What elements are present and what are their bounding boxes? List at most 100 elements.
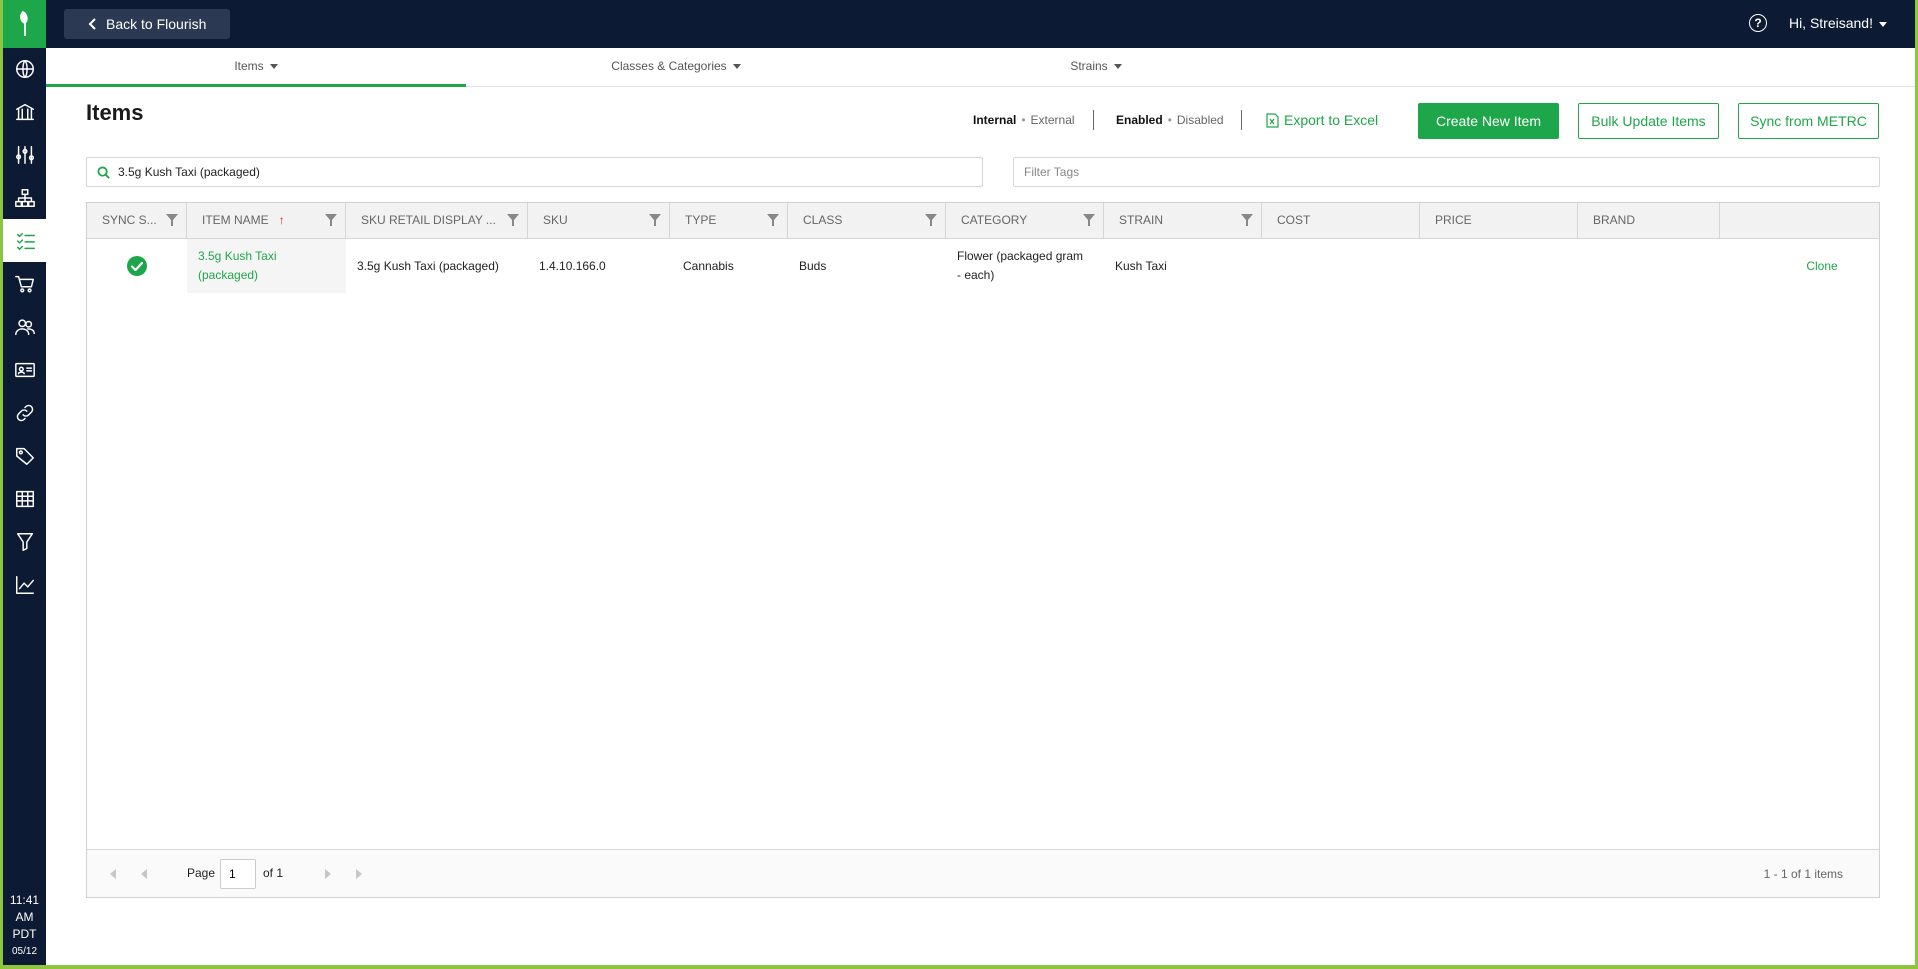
column-header-class[interactable]: CLASS — [788, 203, 946, 239]
filter-icon[interactable] — [649, 214, 661, 226]
sidebar-lab-icon[interactable] — [3, 520, 46, 563]
sidebar-items-list-icon[interactable] — [3, 219, 49, 262]
user-menu[interactable]: Hi, Streisand! — [1789, 15, 1887, 31]
sidebar-table-icon[interactable] — [3, 477, 46, 520]
column-label: SYNC S... — [102, 213, 157, 227]
tab-classes-categories[interactable]: Classes & Categories — [466, 48, 886, 87]
caret-down-icon — [269, 64, 278, 70]
next-page-icon[interactable] — [323, 869, 333, 879]
sidebar-globe-icon[interactable] — [3, 47, 46, 90]
column-label: SKU RETAIL DISPLAY ... — [361, 213, 496, 227]
internal-external-toggle: Internal • External — [973, 113, 1075, 127]
top-bar: Back to Flourish ? Hi, Streisand! — [46, 0, 1915, 48]
filter-icon[interactable] — [767, 214, 779, 226]
item-count-summary: 1 - 1 of 1 items — [1763, 867, 1843, 881]
tab-strains[interactable]: Strains — [886, 48, 1306, 87]
table-row[interactable]: 3.5g Kush Taxi (packaged) 3.5g Kush Taxi… — [87, 239, 1879, 293]
column-label: PRICE — [1435, 213, 1472, 227]
column-label: SKU — [543, 213, 568, 227]
sidebar-tags-icon[interactable] — [3, 434, 46, 477]
column-header-sync-status[interactable]: SYNC S... — [87, 203, 187, 239]
sidebar-facility-icon[interactable] — [3, 90, 46, 133]
category-cell: Flower (packaged gram - each) — [957, 249, 1084, 282]
sidebar-sliders-icon[interactable] — [3, 133, 46, 176]
export-label: Export to Excel — [1284, 112, 1379, 128]
column-header-strain[interactable]: STRAIN — [1104, 203, 1262, 239]
column-header-type[interactable]: TYPE — [670, 203, 788, 239]
filter-icon[interactable] — [507, 214, 519, 226]
sync-from-metrc-button[interactable]: Sync from METRC — [1738, 103, 1879, 139]
sku-cell: 1.4.10.166.0 — [539, 258, 606, 273]
search-box — [86, 157, 983, 187]
column-header-price[interactable]: PRICE — [1420, 203, 1578, 239]
column-header-item-name[interactable]: ITEM NAME ↑ — [187, 203, 346, 239]
toggle-enabled[interactable]: Enabled — [1116, 113, 1163, 127]
toggle-disabled[interactable]: Disabled — [1177, 113, 1224, 127]
caret-down-icon — [732, 64, 741, 70]
cost-cell — [1262, 239, 1420, 293]
leaf-icon — [19, 11, 28, 36]
toggle-external[interactable]: External — [1031, 113, 1075, 127]
sidebar-clock: 11:41 AM PDT 05/12 — [3, 892, 46, 960]
filter-icon[interactable] — [1083, 214, 1095, 226]
items-grid: SYNC S... ITEM NAME ↑ SKU RETAIL DISPLAY … — [86, 202, 1880, 898]
app-frame: 11:41 AM PDT 05/12 Back to Flourish ? Hi… — [3, 0, 1915, 965]
enabled-disabled-toggle: Enabled • Disabled — [1116, 113, 1224, 127]
strain-cell: Kush Taxi — [1115, 258, 1167, 273]
column-header-actions — [1720, 203, 1881, 239]
column-header-cost[interactable]: COST — [1262, 203, 1420, 239]
page-label: Page — [187, 866, 216, 880]
sidebar-id-card-icon[interactable] — [3, 348, 46, 391]
tab-items-label: Items — [234, 59, 264, 73]
column-label: BRAND — [1593, 213, 1636, 227]
clone-link[interactable]: Clone — [1787, 239, 1857, 293]
divider — [1093, 110, 1094, 130]
left-sidebar: 11:41 AM PDT 05/12 — [3, 0, 49, 965]
sidebar-link-icon[interactable] — [3, 391, 46, 434]
create-new-item-button[interactable]: Create New Item — [1418, 103, 1559, 139]
synced-check-icon — [127, 256, 147, 276]
filter-icon[interactable] — [325, 214, 337, 226]
filter-icon[interactable] — [166, 214, 178, 226]
clock-timezone: PDT — [12, 927, 37, 941]
sidebar-reports-chart-icon[interactable] — [3, 563, 46, 606]
export-to-excel-link[interactable]: Export to Excel — [1266, 112, 1378, 128]
tab-items[interactable]: Items — [46, 48, 466, 87]
column-header-brand[interactable]: BRAND — [1578, 203, 1720, 239]
search-icon — [97, 165, 110, 179]
filter-tags-input[interactable] — [1024, 165, 1837, 179]
first-page-icon[interactable] — [107, 869, 117, 879]
filter-icon[interactable] — [925, 214, 937, 226]
page-number-input[interactable] — [220, 859, 256, 889]
page-total-label: of 1 — [263, 866, 284, 880]
column-header-sku[interactable]: SKU — [528, 203, 670, 239]
back-button-label: Back to Flourish — [106, 16, 207, 32]
column-header-category[interactable]: CATEGORY — [946, 203, 1104, 239]
filter-tags-box — [1013, 157, 1880, 187]
grid-header: SYNC S... ITEM NAME ↑ SKU RETAIL DISPLAY … — [87, 203, 1879, 239]
column-label: STRAIN — [1119, 213, 1164, 227]
column-label: ITEM NAME — [202, 213, 269, 227]
grid-pager: Page of 1 1 - 1 of 1 items — [87, 849, 1879, 897]
sidebar-customers-icon[interactable] — [3, 305, 46, 348]
item-name-link[interactable]: 3.5g Kush Taxi (packaged) — [187, 239, 346, 293]
flourish-logo[interactable] — [3, 0, 46, 48]
search-input[interactable] — [118, 165, 959, 179]
type-cell: Cannabis — [683, 258, 734, 273]
last-page-icon[interactable] — [355, 869, 365, 879]
column-label: CLASS — [803, 213, 843, 227]
sidebar-cart-icon[interactable] — [3, 262, 46, 305]
divider — [1241, 110, 1242, 130]
section-tabs: Items Classes & Categories Strains — [46, 48, 1915, 87]
clock-date: 05/12 — [11, 946, 38, 957]
toggle-internal[interactable]: Internal — [973, 113, 1016, 127]
bulk-update-items-button[interactable]: Bulk Update Items — [1578, 103, 1719, 139]
column-header-sku-retail-display[interactable]: SKU RETAIL DISPLAY ... — [346, 203, 528, 239]
excel-file-icon — [1266, 112, 1279, 128]
sidebar-hierarchy-icon[interactable] — [3, 176, 46, 219]
filter-icon[interactable] — [1241, 214, 1253, 226]
previous-page-icon[interactable] — [139, 869, 149, 879]
back-to-flourish-button[interactable]: Back to Flourish — [64, 9, 231, 39]
help-icon[interactable]: ? — [1749, 14, 1767, 32]
chevron-left-icon — [88, 18, 96, 30]
